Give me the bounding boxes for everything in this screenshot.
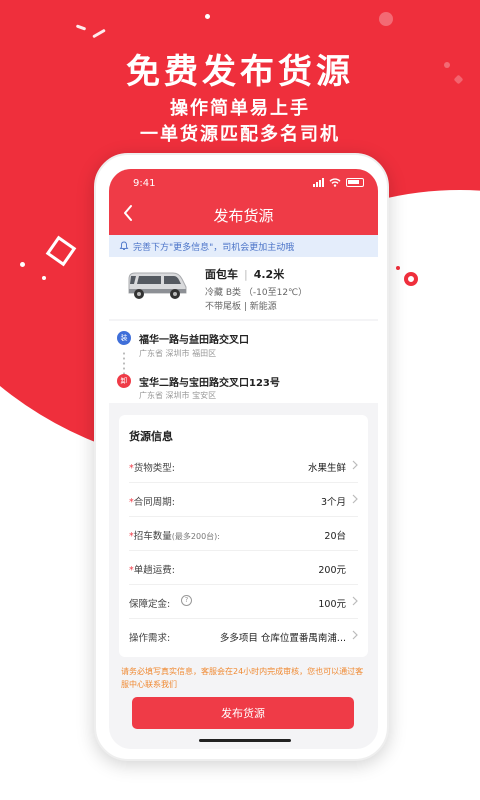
cargo-type-row[interactable]: *货物类型: 水果生鲜 [129,449,358,483]
phone-screen: 9:41 发布货源 完善下方"更多信息"，司机会更加主动哦 面包车 | 4.2米… [109,169,378,749]
status-bar: 9:41 [109,169,378,197]
chevron-right-icon [352,596,358,606]
page-title: 发布货源 [213,207,274,225]
help-icon[interactable]: ? [181,595,192,606]
route-card[interactable]: 装 福华一路与益田路交叉口 广东省 深圳市 福田区 卸 宝华二路与宝田路交叉口1… [109,321,378,403]
app-header: 9:41 发布货源 [109,169,378,235]
van-icon [128,272,187,299]
decor-dot [396,266,400,270]
row-label: *招车数量(最多200台): [129,531,220,542]
unload-pin-icon: 卸 [117,374,131,388]
deposit-row[interactable]: 保障定金: ? 100元 [129,585,358,619]
contract-period-row[interactable]: *合同周期: 3个月 [129,483,358,517]
vehicle-features: 不带尾板 | 新能源 [205,302,277,312]
notice-text: 完善下方"更多信息"，司机会更加主动哦 [133,242,295,253]
from-region: 广东省 深圳市 福田区 [139,349,217,358]
row-label: 保障定金: [129,599,171,610]
battery-icon [346,178,364,187]
status-time: 9:41 [133,178,156,189]
publish-button[interactable]: 发布货源 [132,697,354,729]
vehicle-card[interactable]: 面包车 | 4.2米 冷藏 B类 （-10至12℃） 不带尾板 | 新能源 [109,257,378,319]
chevron-right-icon [352,494,358,504]
promo-title: 免费发布货源 [126,52,354,92]
row-value: 3个月 [320,497,346,508]
trip-fee-row[interactable]: *单趟运费: 200元 [129,551,358,585]
row-value: 20台 [324,531,346,542]
row-label: *合同周期: [129,497,175,508]
row-label: *货物类型: [129,463,175,474]
row-value: 200元 [318,565,346,576]
load-pin-icon: 装 [117,331,131,345]
wifi-icon [329,178,341,187]
to-region: 广东省 深圳市 宝安区 [139,391,217,400]
promo-subtitle: 一单货源匹配多名司机 [140,124,340,145]
home-indicator [199,739,291,742]
bell-icon [119,241,129,250]
vehicle-temperature: 冷藏 B类 （-10至12℃） [205,288,308,298]
status-icons [313,178,364,187]
chevron-right-icon [352,460,358,470]
row-value: 100元 [318,599,346,610]
vehicle-count-row[interactable]: *招车数量(最多200台): 20台 [129,517,358,551]
chevron-right-icon [352,630,358,640]
row-value: 水果生鲜 [307,463,346,474]
promo-subtitle: 操作简单易上手 [170,98,310,119]
cargo-info-card: 货源信息 *货物类型: 水果生鲜 *合同周期: 3个月 *招车数量(最多200台… [119,415,368,657]
decor-ring [404,272,418,286]
decor-dot [205,14,210,19]
decor-dot [20,262,25,267]
from-address: 福华一路与益田路交叉口 [139,335,249,346]
notice-bar: 完善下方"更多信息"，司机会更加主动哦 [109,235,378,257]
decor-dot [379,12,393,26]
signal-icon [313,178,324,187]
phone-frame: 9:41 发布货源 完善下方"更多信息"，司机会更加主动哦 面包车 | 4.2米… [94,153,389,761]
row-label: *单趟运费: [129,565,175,576]
operation-requirements-row[interactable]: 操作需求: 多多项目 仓库位置番禺南浦... [129,619,358,653]
cargo-info-title: 货源信息 [129,430,173,443]
route-connector [123,351,125,375]
decor-dot [42,276,46,280]
verification-tip: 请务必填写真实信息，客服会在24小时内完成审核，您也可以通过客服中心联系我们 [121,667,364,689]
row-value: 多多项目 仓库位置番禺南浦... [219,633,346,644]
vehicle-name: 面包车 | 4.2米 [205,268,285,281]
row-label: 操作需求: [129,633,171,644]
to-address: 宝华二路与宝田路交叉口123号 [139,378,280,389]
